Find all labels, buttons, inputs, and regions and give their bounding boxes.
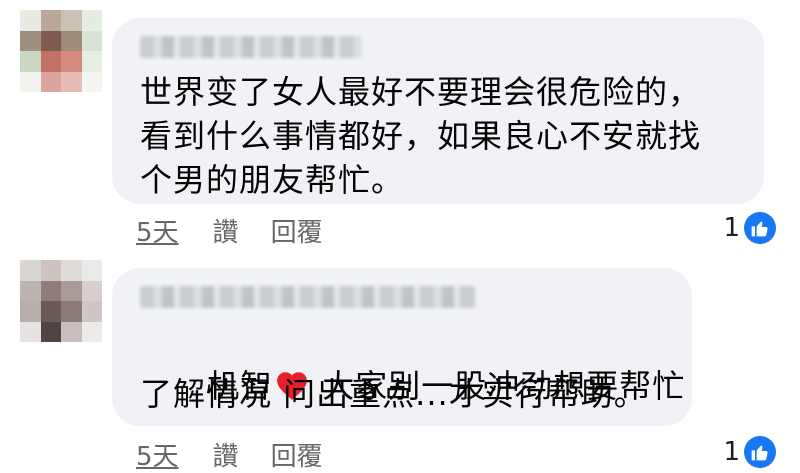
timestamp-link[interactable]: 5天 — [136, 436, 179, 473]
reaction-summary[interactable]: 1 — [723, 212, 776, 244]
reaction-count: 1 — [723, 213, 740, 243]
like-button[interactable]: 讚 — [213, 212, 239, 249]
reply-button[interactable]: 回覆 — [271, 436, 323, 473]
comment-text-line: 了解情况 问出重点...才实行帮助。 — [140, 375, 647, 413]
comment-text-line: 看到什么事情都好，如果良心不安就找 — [140, 117, 702, 155]
comment-actions: 5天 讚 回覆 — [136, 436, 323, 473]
thumbs-up-icon — [744, 436, 776, 468]
reaction-summary[interactable]: 1 — [723, 436, 776, 468]
comment-1: 世界变了女人最好不要理会很危险的， 看到什么事情都好，如果良心不安就找 个男的朋… — [0, 0, 800, 250]
thumbs-up-icon — [744, 212, 776, 244]
comment-2: 机智 大家别一股冲劲想要帮忙 了解情况 问出重点...才实行帮助。 5天 讚 回… — [0, 250, 800, 473]
timestamp-link[interactable]: 5天 — [136, 212, 179, 249]
comment-bubble: 机智 大家别一股冲劲想要帮忙 了解情况 问出重点...才实行帮助。 — [112, 268, 692, 426]
comment-text-line: 世界变了女人最好不要理会很危险的， — [140, 73, 702, 111]
comment-text-line: 个男的朋友帮忙。 — [140, 161, 405, 199]
comment-actions: 5天 讚 回覆 — [136, 212, 323, 249]
reply-button[interactable]: 回覆 — [271, 212, 323, 249]
author-name-redacted[interactable] — [140, 36, 362, 58]
reaction-count: 1 — [723, 437, 740, 467]
avatar[interactable] — [20, 260, 102, 342]
avatar[interactable] — [20, 10, 102, 92]
like-button[interactable]: 讚 — [213, 436, 239, 473]
comment-bubble: 世界变了女人最好不要理会很危险的， 看到什么事情都好，如果良心不安就找 个男的朋… — [112, 18, 764, 204]
author-name-redacted[interactable] — [140, 286, 476, 308]
